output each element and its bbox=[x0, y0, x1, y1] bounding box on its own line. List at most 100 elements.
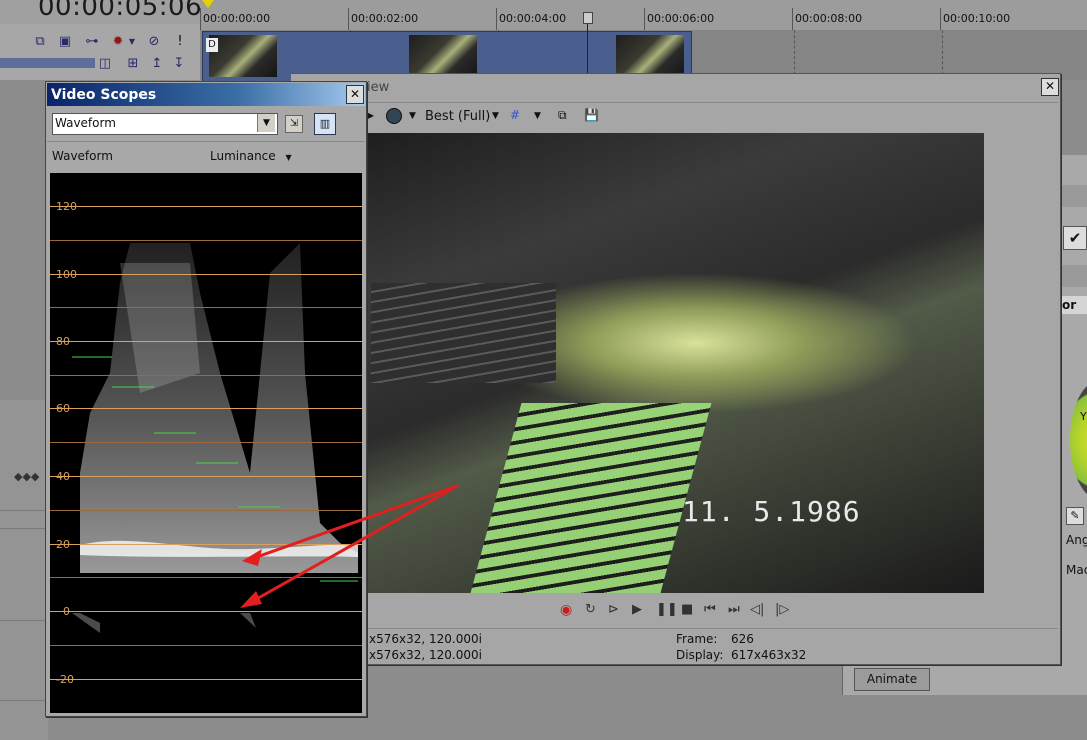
scope-channel-select[interactable]: Luminance ▼ bbox=[210, 149, 292, 163]
record-icon[interactable]: ◉ bbox=[560, 602, 572, 618]
composite-icon[interactable]: ⧉ bbox=[32, 34, 48, 50]
timecode-text: 00:00:05:06 bbox=[38, 0, 203, 22]
y-axis-label: 60 bbox=[56, 402, 70, 415]
scope-settings-icon[interactable]: ⇲ bbox=[285, 115, 303, 133]
waveform-plot bbox=[50, 173, 362, 713]
expand-tracks-icon[interactable]: ◆◆◆ bbox=[14, 470, 39, 483]
preview-settings-icon[interactable]: ▸ bbox=[368, 108, 374, 122]
video-scopes-title: Video Scopes bbox=[51, 87, 157, 103]
loop-icon[interactable]: ↻ bbox=[585, 602, 596, 617]
clip-thumbnail bbox=[209, 35, 277, 77]
display-value: 617x463x32 bbox=[731, 648, 807, 662]
track-motion-icon[interactable]: ⊞ bbox=[125, 56, 141, 72]
animate-button[interactable]: Animate bbox=[854, 668, 930, 691]
previous-frame-icon[interactable]: ⏮ bbox=[704, 602, 716, 617]
project-format-text: x576x32, 120.000i bbox=[369, 632, 482, 646]
waveform-trace bbox=[72, 243, 358, 633]
magnitude-label: Mac bbox=[1066, 563, 1087, 577]
ruler-tick-label: 00:00:02:00 bbox=[351, 12, 419, 25]
next-marker-icon[interactable]: |▷ bbox=[775, 602, 789, 617]
waveform-gridline bbox=[50, 307, 362, 308]
video-frame: 11. 5.1986 bbox=[366, 133, 984, 593]
track-list-lower: ◆◆◆ bbox=[0, 400, 48, 740]
move-down-icon[interactable]: ↧ bbox=[171, 56, 187, 72]
playhead-handle-icon[interactable] bbox=[583, 12, 593, 24]
waveform-gridline bbox=[50, 510, 362, 511]
update-scope-icon[interactable]: ▥ bbox=[314, 113, 336, 135]
overlay-icon[interactable] bbox=[386, 108, 402, 124]
play-icon[interactable]: ▶ bbox=[632, 602, 642, 617]
next-frame-icon[interactable]: ⏭ bbox=[728, 602, 740, 617]
frame-value: 626 bbox=[731, 632, 754, 646]
clip-marker-label: D bbox=[206, 38, 218, 52]
panel-section-label: or bbox=[1062, 296, 1087, 314]
grid-dropdown-icon[interactable]: ▼ bbox=[534, 111, 541, 121]
frame-label: Frame: bbox=[676, 632, 718, 646]
parent-track-icon[interactable]: ▣ bbox=[57, 34, 73, 50]
ruler-tick-label: 00:00:10:00 bbox=[943, 12, 1011, 25]
y-axis-label: 80 bbox=[56, 335, 70, 348]
video-preview-titlebar[interactable]: iew bbox=[291, 74, 1059, 100]
scope-type-select[interactable]: Waveform bbox=[52, 113, 278, 135]
color-wheel-label: Y bbox=[1080, 410, 1087, 423]
overlay-dropdown-icon[interactable]: ▼ bbox=[409, 111, 416, 121]
solo-icon[interactable]: ! bbox=[172, 34, 188, 50]
preview-format-text: x576x32, 120.000i bbox=[369, 648, 482, 662]
waveform-gridline bbox=[50, 611, 362, 612]
ruler-tick-label: 00:00:04:00 bbox=[499, 12, 567, 25]
play-from-start-icon[interactable]: ⊳ bbox=[608, 602, 619, 617]
eyedropper-icon[interactable]: ✎ bbox=[1066, 507, 1084, 525]
waveform-gridline bbox=[50, 577, 362, 578]
enable-checkbox-icon[interactable]: ✔ bbox=[1063, 226, 1087, 250]
copy-snapshot-icon[interactable]: ⧉ bbox=[558, 108, 567, 123]
ruler-tick-label: 00:00:00:00 bbox=[203, 12, 271, 25]
waveform-gridline bbox=[50, 544, 362, 545]
scope-channel-value: Luminance bbox=[210, 149, 276, 163]
scope-type-value: Waveform bbox=[55, 116, 116, 130]
mute-icon[interactable]: ⊘ bbox=[146, 34, 162, 50]
stop-icon[interactable]: ■ bbox=[681, 602, 693, 617]
save-snapshot-icon[interactable]: 💾 bbox=[584, 108, 599, 122]
close-icon[interactable]: ✕ bbox=[1041, 78, 1059, 96]
pause-icon[interactable]: ❚❚ bbox=[656, 602, 678, 617]
y-axis-label: 20 bbox=[56, 538, 70, 551]
waveform-gridline bbox=[50, 274, 362, 275]
timeline-ruler[interactable]: 00:00:00:00 00:00:02:00 00:00:04:00 00:0… bbox=[200, 0, 1087, 31]
loop-region-marker-icon[interactable] bbox=[202, 0, 214, 8]
y-axis-label: -20 bbox=[56, 673, 74, 686]
ruler-tick-label: 00:00:06:00 bbox=[647, 12, 715, 25]
display-label: Display: bbox=[676, 648, 724, 662]
waveform-gridline bbox=[50, 240, 362, 241]
preview-toolbar bbox=[292, 102, 1058, 131]
scope-mode-label: Waveform bbox=[52, 149, 113, 163]
angle-label: Ang bbox=[1066, 533, 1087, 547]
grid-icon[interactable]: # bbox=[510, 108, 520, 122]
chevron-down-icon[interactable]: ▼ bbox=[285, 153, 291, 162]
video-frame-image bbox=[366, 133, 984, 593]
waveform-gridline bbox=[50, 442, 362, 443]
chevron-down-icon[interactable]: ▼ bbox=[257, 114, 275, 132]
ruler-tick-label: 00:00:08:00 bbox=[795, 12, 863, 25]
waveform-gridline bbox=[50, 476, 362, 477]
move-up-icon[interactable]: ↥ bbox=[149, 56, 165, 72]
previous-marker-icon[interactable]: ◁| bbox=[750, 602, 764, 617]
slider-handle-icon[interactable]: ◫ bbox=[97, 56, 113, 72]
video-scopes-titlebar[interactable]: Video Scopes bbox=[47, 83, 365, 106]
quality-dropdown-icon[interactable]: ▼ bbox=[492, 111, 499, 121]
waveform-gridline bbox=[50, 375, 362, 376]
waveform-gridline bbox=[50, 645, 362, 646]
y-axis-label: 0 bbox=[63, 605, 70, 618]
track-header-toolbar: ⧉ ▣ ⊶ ✹ ▼ ⊘ ! ◫ ⊞ ↥ ↧ bbox=[0, 24, 200, 80]
y-axis-label: 120 bbox=[56, 200, 77, 213]
waveform-gridline bbox=[50, 341, 362, 342]
fx-dropdown-icon[interactable]: ▼ bbox=[124, 34, 140, 50]
bus-icon[interactable]: ⊶ bbox=[84, 34, 100, 50]
preview-quality-select[interactable]: Best (Full) bbox=[425, 109, 490, 124]
clip-thumbnail bbox=[616, 35, 684, 77]
level-slider[interactable] bbox=[0, 58, 95, 68]
close-icon[interactable]: ✕ bbox=[346, 85, 364, 104]
waveform-gridline bbox=[50, 206, 362, 207]
video-preview-title: iew bbox=[367, 80, 390, 95]
y-axis-label: 100 bbox=[56, 268, 77, 281]
video-date-overlay: 11. 5.1986 bbox=[682, 495, 861, 528]
